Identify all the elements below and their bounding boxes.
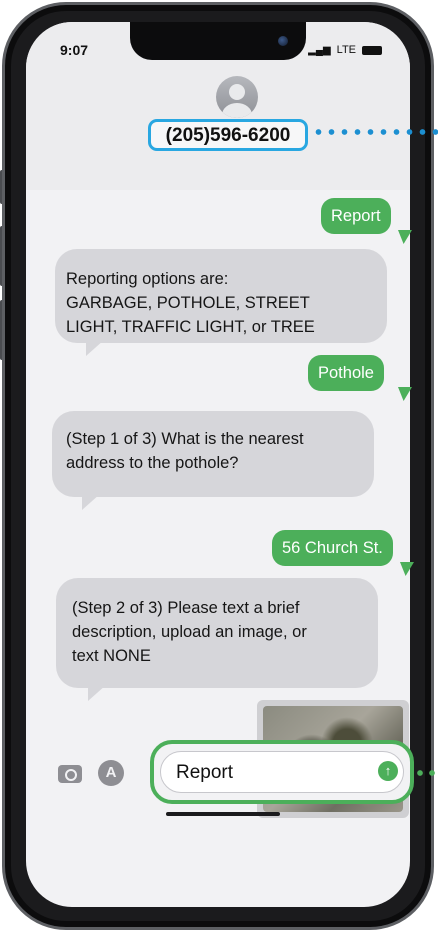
outgoing-message-report: Report: [321, 198, 391, 234]
front-camera: [278, 36, 288, 46]
message-line: (Step 2 of 3) Please text a brief: [72, 599, 300, 617]
message-line: GARBAGE, POTHOLE, STREET: [66, 294, 310, 312]
status-indicators: ▂▄▆ LTE: [308, 44, 382, 56]
message-line: Reporting options are:: [66, 270, 229, 288]
message-line: description, upload an image, or: [72, 623, 307, 641]
message-input-value[interactable]: Report: [176, 762, 233, 784]
network-label: LTE: [336, 44, 356, 56]
avatar-head-shape: [229, 84, 245, 100]
app-store-icon[interactable]: A: [98, 760, 124, 786]
blue-callout-dots: [312, 129, 438, 135]
camera-icon[interactable]: [58, 765, 82, 783]
message-line: address to the pothole?: [66, 454, 239, 472]
status-time: 9:07: [60, 42, 89, 58]
message-line: text NONE: [72, 647, 151, 665]
outgoing-message-pothole: Pothole: [308, 355, 384, 391]
message-line: LIGHT, TRAFFIC LIGHT, or TREE: [66, 318, 315, 336]
home-indicator: [166, 812, 280, 816]
contact-avatar[interactable]: [216, 76, 258, 118]
signal-icon: ▂▄▆: [308, 44, 331, 56]
message-text: Report: [331, 207, 381, 225]
outgoing-message-address: 56 Church St.: [272, 530, 393, 566]
message-text: 56 Church St.: [282, 539, 383, 557]
send-arrow-icon[interactable]: ↑: [378, 761, 398, 781]
incoming-message-step-2: (Step 2 of 3) Please text a brief descri…: [56, 578, 378, 688]
message-text: Pothole: [318, 364, 374, 382]
contact-phone-number[interactable]: (205)596-6200: [148, 119, 308, 151]
incoming-message-options: Reporting options are: GARBAGE, POTHOLE,…: [55, 249, 387, 343]
green-callout-dots: [414, 770, 438, 776]
avatar-body-shape: [222, 103, 252, 118]
battery-icon: [362, 45, 382, 55]
incoming-message-step-1: (Step 1 of 3) What is the nearest addres…: [52, 411, 374, 497]
message-line: (Step 1 of 3) What is the nearest: [66, 430, 304, 448]
